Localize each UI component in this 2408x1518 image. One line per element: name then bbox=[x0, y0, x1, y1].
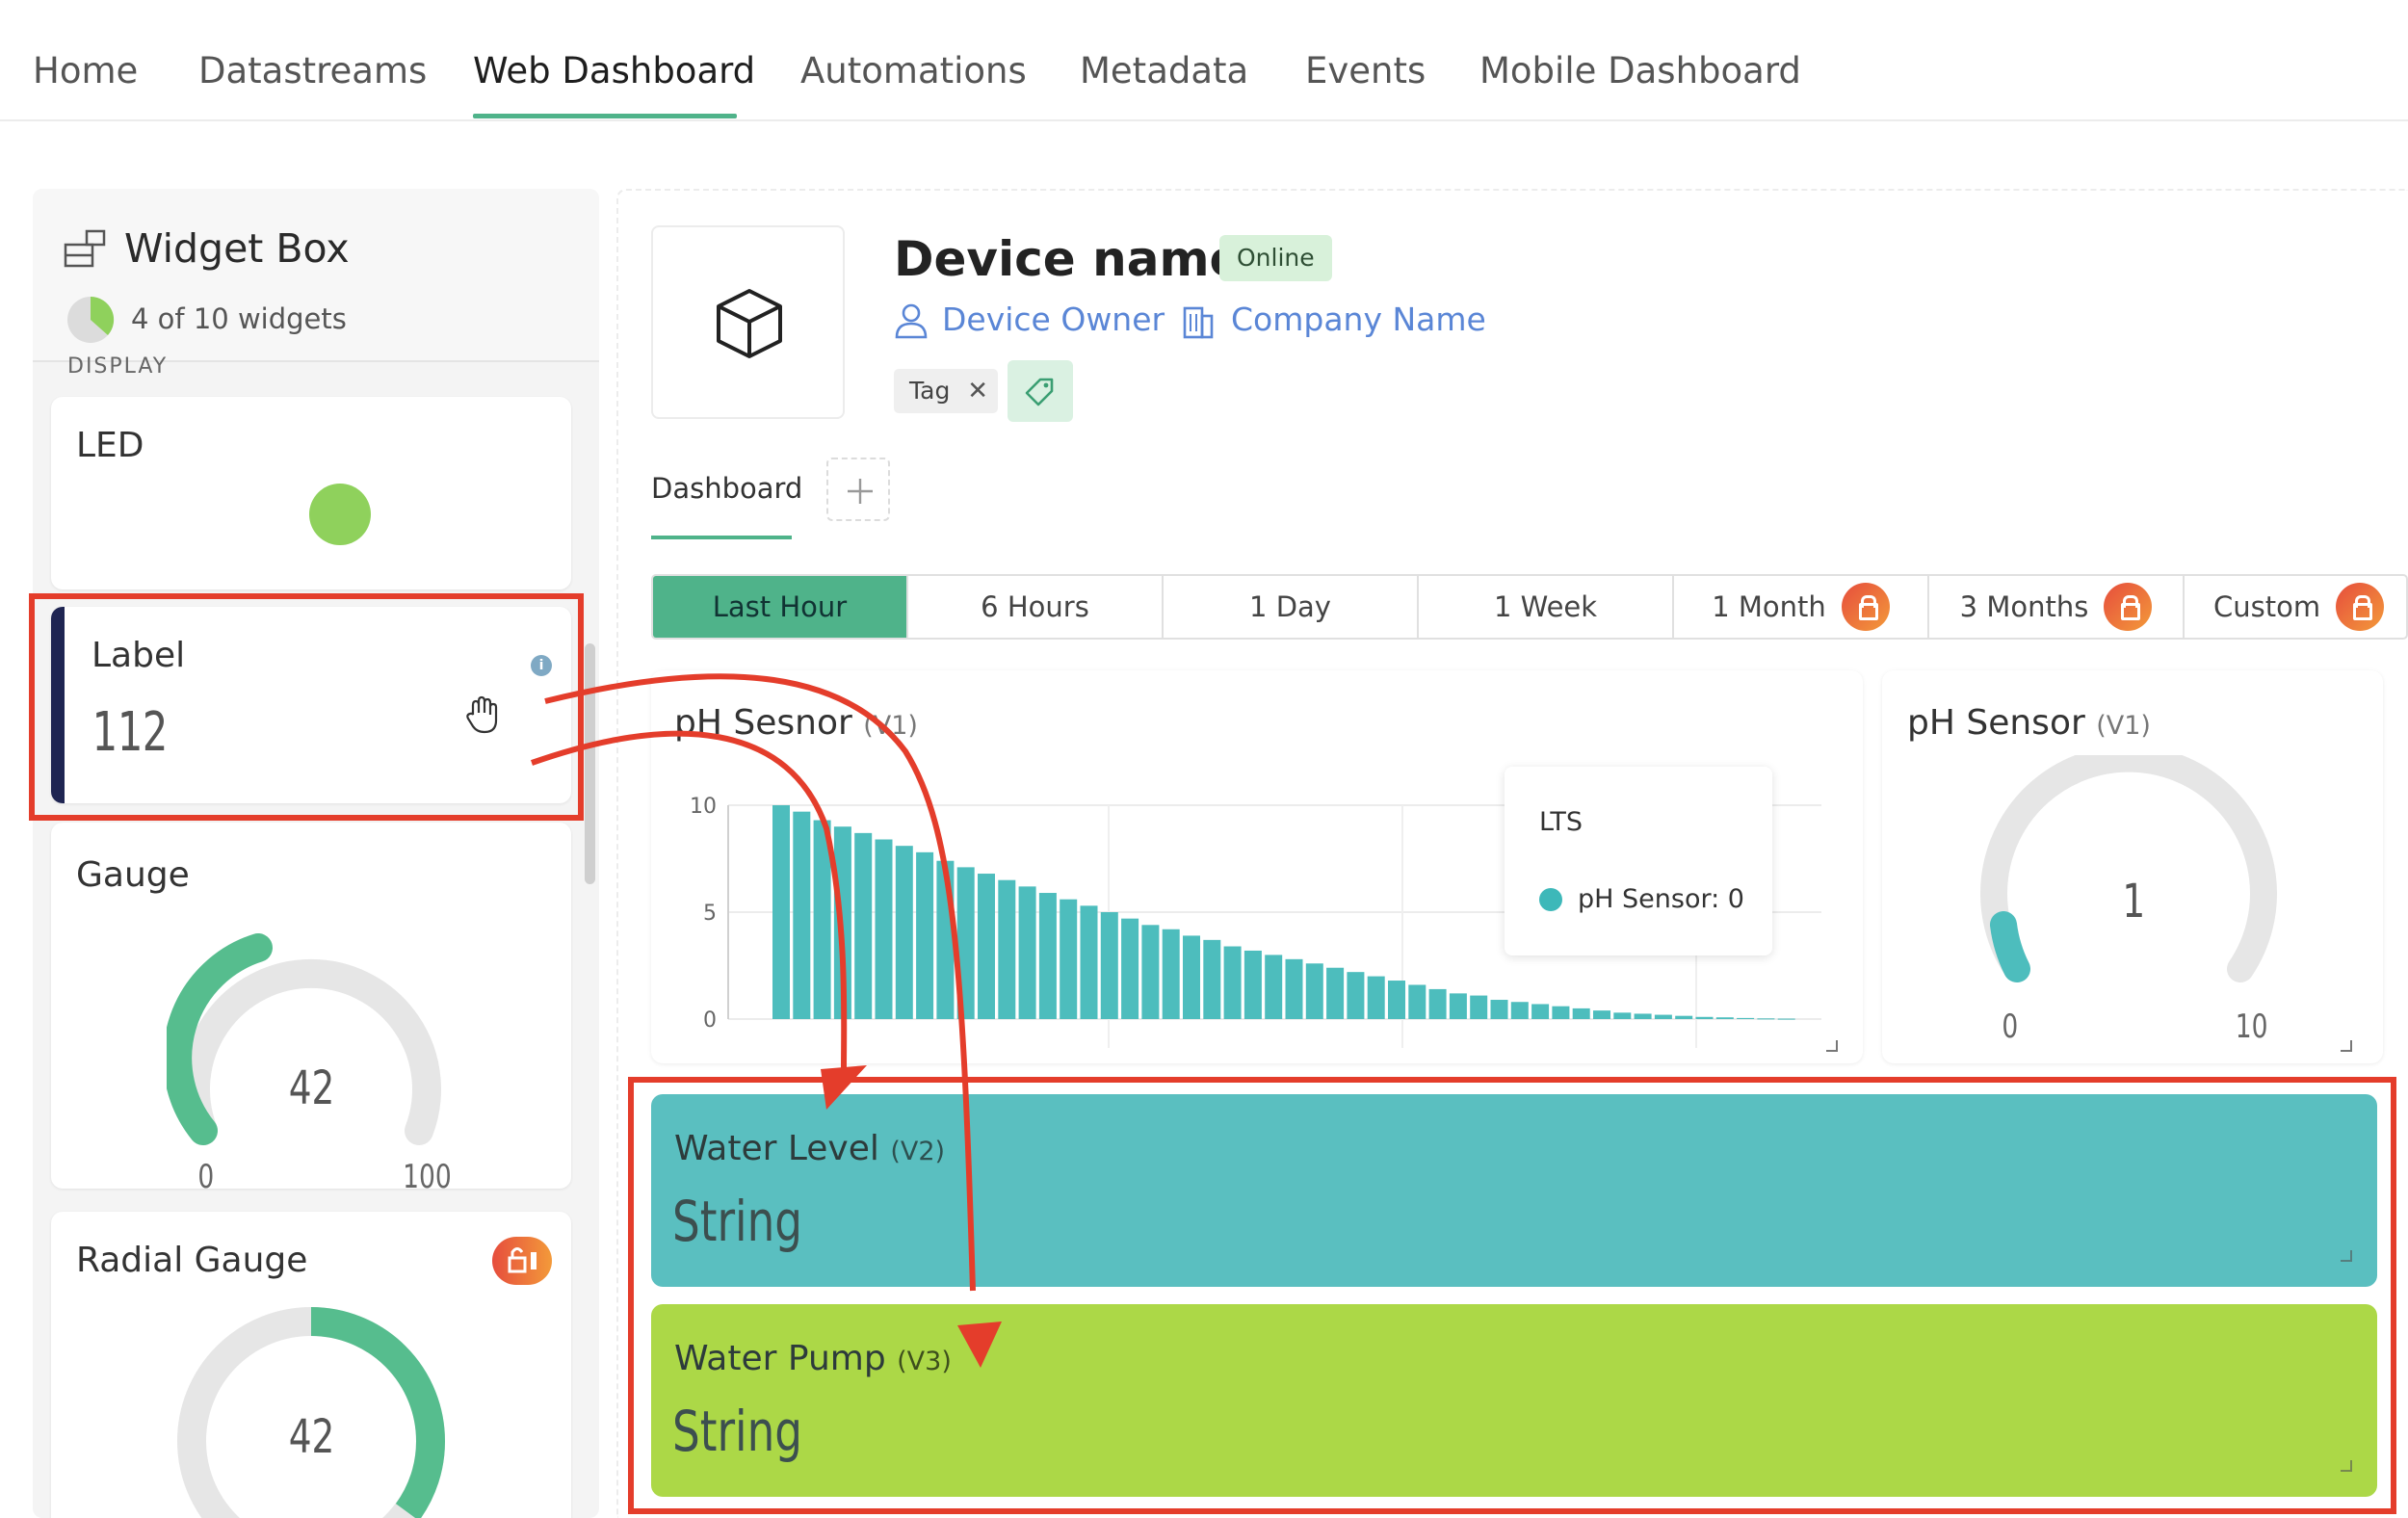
arrow-head bbox=[957, 1322, 1002, 1368]
arrow-head bbox=[821, 1065, 867, 1110]
drag-arrows-overlay bbox=[531, 673, 1002, 1368]
